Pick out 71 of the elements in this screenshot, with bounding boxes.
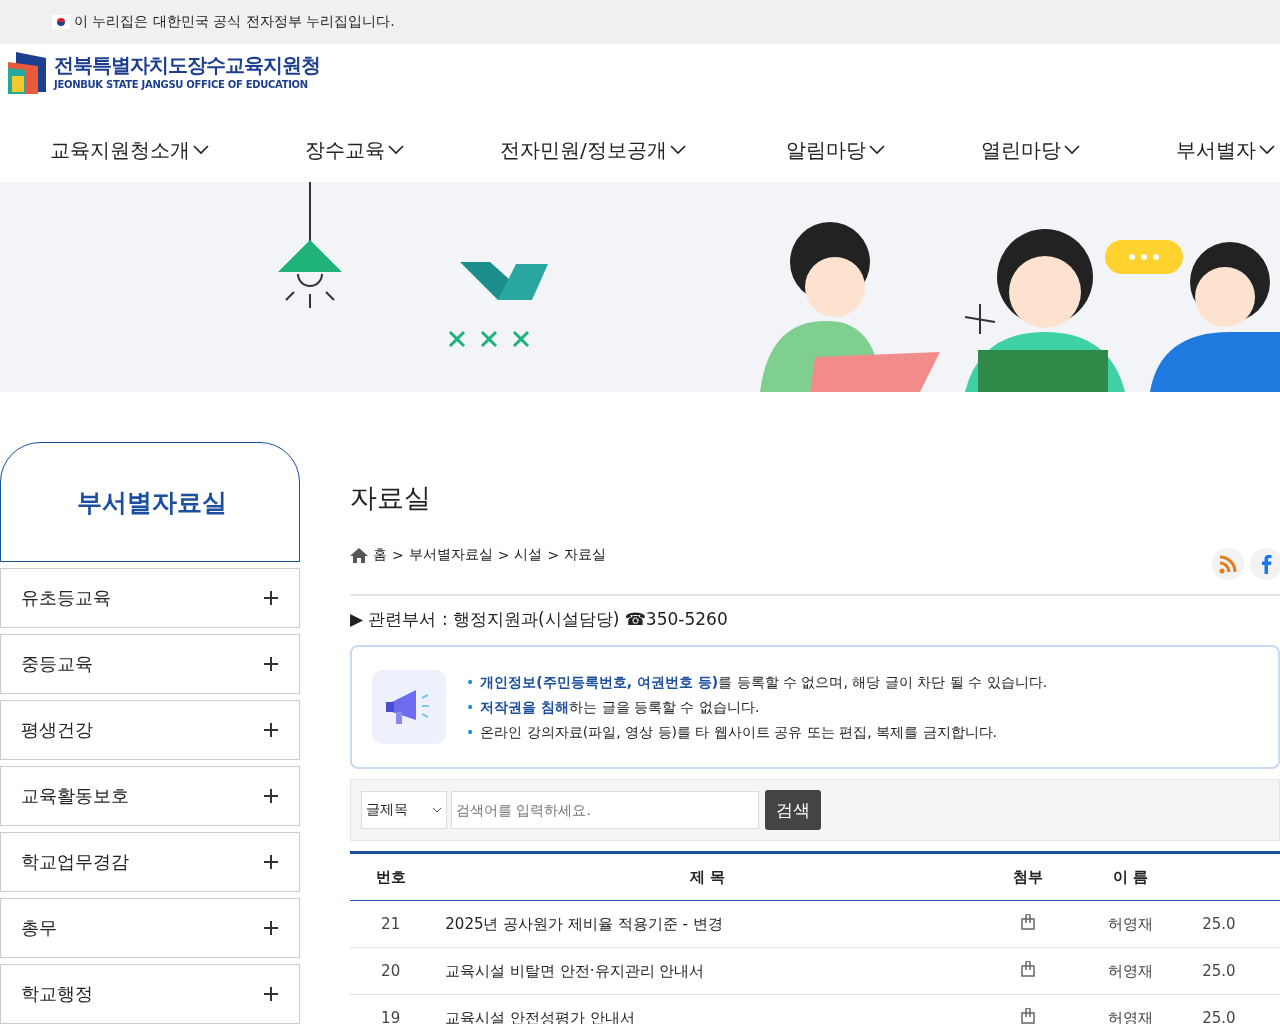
table-cell: 허영재 (1072, 947, 1189, 995)
plus-icon (263, 590, 279, 606)
post-title-link[interactable]: 2025년 공사원가 제비율 적용기준 - 변경 (445, 914, 723, 933)
nav-menu-item[interactable]: 알림마당 (785, 136, 885, 164)
plus-icon (263, 920, 279, 936)
chevron-down-icon (193, 145, 209, 155)
search-scope-select[interactable]: 글제목 (361, 791, 447, 829)
breadcrumb-separator: > (392, 547, 404, 563)
nav-menu-item[interactable]: 교육지원청소개 (50, 136, 209, 164)
attachment-icon[interactable] (1021, 1008, 1036, 1024)
sidebar-menu-item[interactable]: 중등교육 (0, 634, 300, 694)
sidebar-menu-item[interactable]: 학교업무경감 (0, 832, 300, 892)
department-info: ▶ 관련부서 : 행정지원과(시설담당) ☎350-5260 (350, 608, 729, 631)
flag-icon (52, 15, 70, 29)
plus-icon (263, 986, 279, 1002)
nav-menu-item[interactable]: 전자민원/정보공개 (500, 136, 686, 164)
search-button[interactable]: 검색 (765, 790, 821, 830)
rss-icon[interactable] (1212, 548, 1244, 580)
chevron-down-icon (669, 145, 686, 155)
page-title: 자료실 (350, 481, 432, 515)
sidebar-menu-item[interactable]: 총무 (0, 898, 300, 958)
sidebar-menu-item[interactable]: 평생건강 (0, 700, 300, 760)
notice-text: • 저작권을 침해하는 글을 등록할 수 없습니다. (466, 697, 761, 717)
column-header: 첨부 (983, 852, 1073, 901)
plus-icon (263, 656, 279, 672)
breadcrumb-separator: > (547, 547, 560, 563)
column-header: 이 름 (1072, 852, 1189, 901)
logo-icon (8, 52, 48, 96)
attachment-icon[interactable] (1021, 914, 1036, 930)
logo-name[interactable]: 전북특별자치도장수교육지원청 (54, 52, 320, 79)
post-title-link[interactable]: 교육시설 안전성평가 안내서 (445, 1008, 635, 1024)
search-input[interactable]: 검색어를 입력하세요. (451, 791, 759, 829)
breadcrumb-link[interactable]: 부서별자료실 (408, 546, 493, 564)
column-header: 제 목 (431, 852, 984, 901)
breadcrumb-link[interactable]: 홈 (373, 546, 387, 564)
table-cell: 허영재 (1072, 994, 1189, 1024)
notice-text: • 온라인 강의자료(파일, 영상 등)를 타 웹사이트 공유 또는 편집, 복제를 금지합니다. (466, 722, 999, 742)
plus-icon (263, 854, 279, 870)
table-cell: 20 (350, 947, 432, 995)
facebook-icon[interactable] (1250, 548, 1280, 580)
breadcrumb-link[interactable]: 자료실 (564, 546, 607, 564)
home-icon (350, 547, 368, 563)
sidebar-menu-item[interactable]: 학교행정 (0, 964, 300, 1024)
chevron-down-icon (1258, 145, 1275, 155)
table-cell: 허영재 (1072, 900, 1189, 948)
chevron-down-icon (1063, 145, 1080, 155)
table-cell: 19 (350, 994, 432, 1024)
post-title-link[interactable]: 교육시설 비탈면 안전·유지관리 안내서 (445, 961, 705, 980)
nav-menu-item[interactable]: 장수교육 (305, 136, 404, 164)
chevron-down-icon (432, 807, 442, 813)
logo-subtitle: JEONBUK STATE JANGSU OFFICE OF EDUCATION (54, 79, 309, 90)
table-cell: 21 (350, 900, 432, 948)
plus-icon (263, 722, 279, 738)
column-header: 번호 (350, 852, 432, 901)
table-cell: 25.0 (1188, 900, 1280, 948)
sidebar-title: 부서별자료실 (77, 486, 227, 519)
chevron-down-icon (868, 145, 885, 155)
nav-menu-item[interactable]: 부서별자 (1175, 136, 1275, 164)
breadcrumb-separator: > (497, 547, 510, 563)
table-cell: 25.0 (1188, 994, 1280, 1024)
sidebar-menu-item[interactable]: 유초등교육 (0, 568, 300, 628)
notice-text: • 개인정보(주민등록번호, 여권번호 등)를 등록할 수 없으며, 해당 글이 차단 될 수 있습니다. (466, 672, 1048, 692)
chevron-down-icon (388, 145, 404, 155)
banner-text: 이 누리집은 대한민국 공식 전자정부 누리집입니다. (74, 13, 395, 31)
nav-menu-item[interactable]: 열린마당 (980, 136, 1080, 164)
plus-icon (263, 788, 279, 804)
attachment-icon[interactable] (1021, 961, 1036, 977)
breadcrumb-link[interactable]: 시설 (514, 546, 543, 564)
sidebar-menu-item[interactable]: 교육활동보호 (0, 766, 300, 826)
table-cell: 25.0 (1188, 947, 1280, 995)
megaphone-icon (372, 670, 446, 744)
